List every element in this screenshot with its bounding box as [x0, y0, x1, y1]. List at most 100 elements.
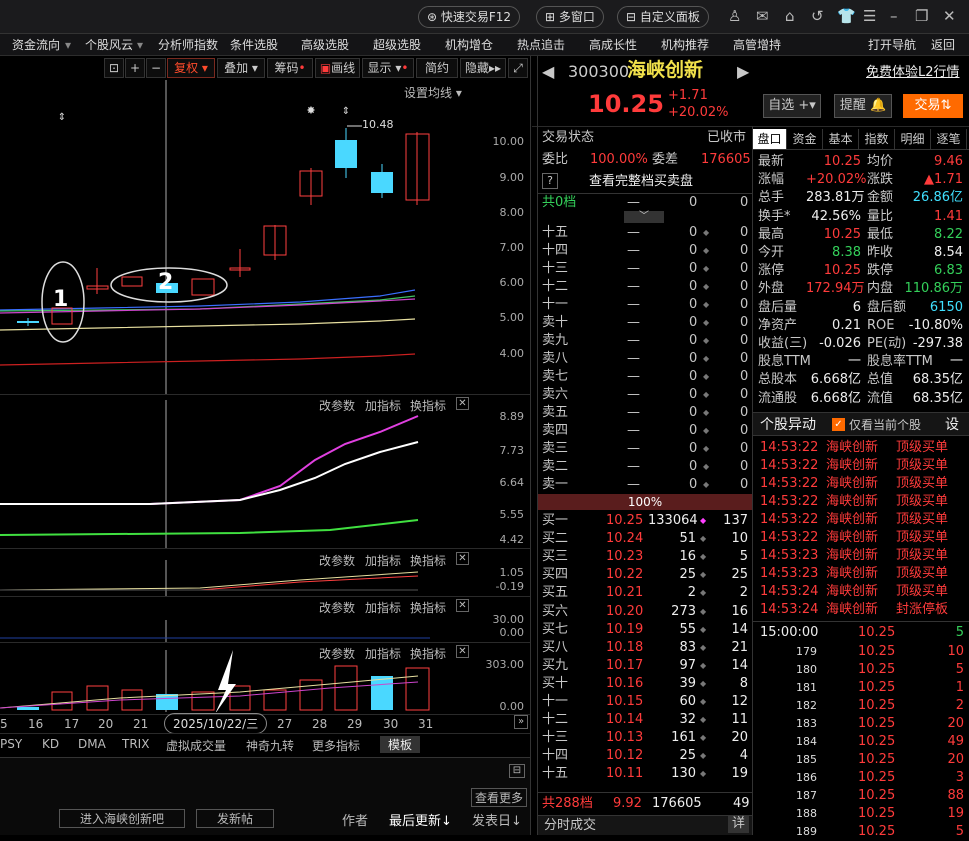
mover-stock[interactable]: 海峡创新	[826, 511, 878, 529]
ask-dot: ◆	[703, 228, 710, 237]
close-icon[interactable]: ✕	[943, 7, 956, 25]
swap-indicator-link[interactable]: 换指标	[410, 599, 446, 616]
alert-button[interactable]: 提醒 🔔	[834, 94, 892, 118]
nav-item[interactable]: 条件选股	[230, 37, 278, 53]
watchlist-button[interactable]: 自选 +▾	[763, 94, 821, 118]
column-last-update[interactable]: 最后更新↓	[389, 810, 452, 829]
back-button[interactable]: 返回	[931, 37, 955, 53]
bid-volume: 39	[679, 675, 696, 691]
tab-more-indicators[interactable]: 更多指标	[312, 737, 360, 754]
tab-funds[interactable]: 资金	[787, 129, 823, 149]
tab-basic[interactable]: 基本	[823, 129, 859, 149]
fullscreen-icon[interactable]: ⤢	[508, 58, 528, 78]
enter-forum-button[interactable]: 进入海峡创新吧	[59, 809, 186, 828]
undo-icon[interactable]: ↺	[811, 7, 824, 25]
zoom-in-icon[interactable]: +	[125, 58, 145, 78]
tab-handicap[interactable]: 盘口	[753, 129, 787, 149]
close-panel-icon[interactable]: ✕	[456, 599, 469, 612]
nav-item[interactable]: 机构推荐	[661, 37, 709, 53]
nav-item[interactable]: 超级选股	[373, 37, 421, 53]
display-button[interactable]: 显示 ▾•	[362, 58, 414, 78]
tab-dma[interactable]: DMA	[78, 737, 106, 751]
tick-volume: 5	[955, 662, 964, 677]
hide-button[interactable]: 隐藏▸▸	[460, 58, 506, 78]
menu-icon[interactable]: ☰	[863, 7, 876, 25]
mover-stock[interactable]: 海峡创新	[826, 601, 878, 619]
tab-tick-by-tick[interactable]: 逐笔	[931, 129, 967, 149]
ask-volume: 0	[689, 261, 698, 276]
trade-button[interactable]: 交易⇅	[903, 94, 963, 118]
collapse-icon[interactable]: ﹀	[624, 211, 664, 223]
next-stock-icon[interactable]: ▶	[737, 63, 749, 81]
new-post-button[interactable]: 发新帖	[196, 809, 275, 828]
column-author[interactable]: 作者	[342, 810, 368, 829]
multi-window-button[interactable]: ⊞ 多窗口	[536, 6, 604, 28]
tab-kd[interactable]: KD	[42, 737, 59, 751]
tab-nine-turn[interactable]: 神奇九转	[246, 737, 294, 754]
column-post-date[interactable]: 发表日↓	[472, 810, 522, 829]
home-icon[interactable]: ⌂	[785, 7, 795, 25]
tab-virtual-volume[interactable]: 虚拟成交量	[166, 737, 226, 754]
nav-item[interactable]: 分析师指数	[158, 37, 218, 53]
help-icon[interactable]: ?	[542, 173, 558, 189]
nav-item[interactable]: 高管增持	[733, 37, 781, 53]
bid-volume: 273	[671, 603, 696, 619]
edit-params-link[interactable]: 改参数	[319, 599, 355, 616]
ask-count: 0	[740, 243, 749, 258]
zoom-out-icon[interactable]: −	[146, 58, 166, 78]
full-depth-link[interactable]: 查看完整档买卖盘	[589, 173, 693, 191]
user-icon[interactable]: ♙	[728, 7, 741, 25]
minimize-panel-icon[interactable]: ⊟	[509, 764, 525, 778]
only-current-checkbox[interactable]: ✓	[832, 418, 845, 431]
ask-volume: 0	[689, 315, 698, 330]
price-level: 6.00	[499, 276, 525, 289]
movers-settings-button[interactable]: 设	[945, 416, 959, 434]
mover-stock[interactable]: 海峡创新	[826, 439, 878, 457]
detail-button[interactable]: 详	[728, 815, 750, 833]
quote-label: 总值	[867, 372, 894, 388]
prev-stock-icon[interactable]: ◀	[542, 63, 554, 81]
mover-stock[interactable]: 海峡创新	[826, 457, 878, 475]
mover-stock[interactable]: 海峡创新	[826, 547, 878, 565]
minimize-icon[interactable]: –	[890, 7, 898, 25]
mail-icon[interactable]: ✉	[756, 7, 769, 25]
fuquan-button[interactable]: 复权 ▾	[167, 58, 215, 78]
bid-count: 10	[731, 531, 748, 547]
tab-template[interactable]: 模板	[380, 736, 421, 753]
mover-stock[interactable]: 海峡创新	[826, 493, 878, 511]
ask-level-label: 卖七	[542, 369, 569, 384]
tab-index[interactable]: 指数	[859, 129, 895, 149]
tab-psy[interactable]: PSY	[0, 737, 22, 751]
mover-stock[interactable]: 海峡创新	[826, 475, 878, 493]
nav-item[interactable]: 个股风云	[85, 37, 133, 53]
simple-button[interactable]: 简约	[416, 58, 458, 78]
open-nav-button[interactable]: 打开导航	[868, 37, 916, 53]
mover-time: 14:53:23	[760, 566, 819, 581]
l2-trial-link[interactable]: 免费体验L2行情	[866, 64, 960, 82]
nav-item[interactable]: 资金流向	[12, 37, 60, 53]
chips-button[interactable]: 筹码•	[267, 58, 313, 78]
lock-icon[interactable]: ⊡	[104, 58, 124, 78]
mover-stock[interactable]: 海峡创新	[826, 583, 878, 601]
add-indicator-link[interactable]: 加指标	[365, 599, 401, 616]
nav-item[interactable]: 热点追击	[517, 37, 565, 53]
bid-volume: 25	[679, 748, 696, 764]
ask-dot: ◆	[703, 462, 710, 471]
skin-icon[interactable]: 👕	[837, 7, 856, 25]
draw-button[interactable]: ▣画线	[315, 58, 360, 78]
quick-trade-button[interactable]: ⊛ 快速交易F12	[418, 6, 521, 28]
nav-item[interactable]: 机构增仓	[445, 37, 493, 53]
tab-details[interactable]: 明细	[895, 129, 931, 149]
mover-stock[interactable]: 海峡创新	[826, 529, 878, 547]
date-tick: 29	[347, 717, 363, 731]
mover-stock[interactable]: 海峡创新	[826, 565, 878, 583]
nav-item[interactable]: 高级选股	[301, 37, 349, 53]
scroll-right-icon[interactable]: »	[514, 715, 528, 729]
nav-item[interactable]: 高成长性	[589, 37, 637, 53]
custom-panel-button[interactable]: ⊟ 自定义面板	[617, 6, 709, 28]
ask-volume: 0	[689, 441, 698, 456]
restore-icon[interactable]: ❐	[915, 7, 928, 25]
see-more-button[interactable]: 查看更多	[471, 788, 528, 807]
tab-trix[interactable]: TRIX	[122, 737, 149, 751]
overlay-button[interactable]: 叠加 ▾	[217, 58, 265, 78]
